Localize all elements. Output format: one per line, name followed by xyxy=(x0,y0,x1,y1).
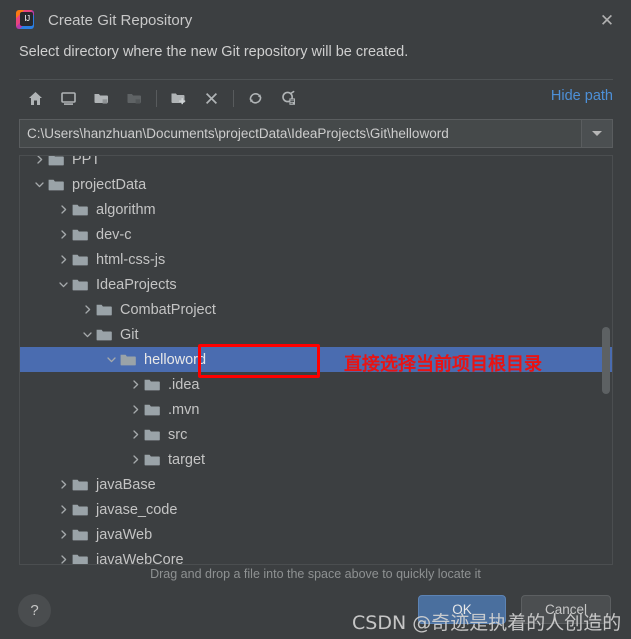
cancel-button[interactable]: Cancel xyxy=(521,595,611,624)
help-button[interactable]: ? xyxy=(18,594,51,627)
tree-row-label: algorithm xyxy=(96,201,156,218)
chevron-down-icon[interactable] xyxy=(102,354,120,365)
tree-row[interactable]: dev-c xyxy=(20,222,612,247)
tree-row-label: javaBase xyxy=(96,476,156,493)
collapse-folder-icon xyxy=(118,84,151,114)
tree-row[interactable]: html-css-js xyxy=(20,247,612,272)
folder-icon xyxy=(72,478,89,492)
tree-row-label: javase_code xyxy=(96,501,178,518)
tree-row[interactable]: algorithm xyxy=(20,197,612,222)
chevron-right-icon[interactable] xyxy=(54,254,72,265)
file-chooser-toolbar: Hide path xyxy=(19,79,613,117)
tree-row-label: dev-c xyxy=(96,226,132,243)
dialog-description: Select directory where the new Git repos… xyxy=(19,44,409,60)
window-title: Create Git Repository xyxy=(48,11,193,29)
path-dropdown-button[interactable] xyxy=(582,119,613,148)
tree-row[interactable]: target xyxy=(20,447,612,472)
folder-icon xyxy=(48,178,65,192)
refresh-icon[interactable] xyxy=(239,84,272,114)
chevron-right-icon[interactable] xyxy=(54,554,72,564)
expand-folder-icon[interactable] xyxy=(85,84,118,114)
chevron-right-icon[interactable] xyxy=(78,304,96,315)
folder-icon xyxy=(120,353,137,367)
chevron-right-icon[interactable] xyxy=(54,529,72,540)
toolbar-divider-1 xyxy=(156,90,157,107)
chevron-right-icon[interactable] xyxy=(126,379,144,390)
chevron-down-icon xyxy=(592,131,602,136)
directory-tree: PPT projectData algorithm dev-c html-css-js I… xyxy=(20,155,612,565)
chevron-right-icon[interactable] xyxy=(54,504,72,515)
tree-row[interactable]: projectData xyxy=(20,172,612,197)
tree-row[interactable]: helloword xyxy=(20,347,612,372)
tree-row-label: javaWebCore xyxy=(96,551,184,565)
tree-row[interactable]: PPT xyxy=(20,155,612,172)
tree-row[interactable]: .idea xyxy=(20,372,612,397)
show-hidden-files-icon[interactable] xyxy=(272,84,305,114)
folder-icon xyxy=(72,528,89,542)
tree-row[interactable]: Git xyxy=(20,322,612,347)
folder-icon xyxy=(144,403,161,417)
tree-row-label: .idea xyxy=(168,376,200,393)
tree-row-label: Git xyxy=(120,326,139,343)
path-input[interactable]: C:\Users\hanzhuan\Documents\projectData\… xyxy=(19,119,582,148)
tree-scrollbar[interactable] xyxy=(601,157,611,564)
folder-icon xyxy=(144,378,161,392)
folder-icon xyxy=(144,453,161,467)
folder-icon xyxy=(72,228,89,242)
tree-row-label: PPT xyxy=(72,155,101,168)
tree-row-label: helloword xyxy=(144,351,207,368)
chevron-right-icon[interactable] xyxy=(30,156,48,165)
tree-row[interactable]: javaBase xyxy=(20,472,612,497)
tree-row[interactable]: javase_code xyxy=(20,497,612,522)
toolbar-divider-2 xyxy=(233,90,234,107)
tree-row[interactable]: src xyxy=(20,422,612,447)
folder-icon xyxy=(144,428,161,442)
chevron-right-icon[interactable] xyxy=(126,404,144,415)
chevron-right-icon[interactable] xyxy=(54,204,72,215)
title-bar: IJ Create Git Repository xyxy=(0,0,631,40)
chevron-right-icon[interactable] xyxy=(126,454,144,465)
chevron-down-icon[interactable] xyxy=(54,279,72,290)
folder-icon xyxy=(96,328,113,342)
tree-row-label: html-css-js xyxy=(96,251,166,268)
home-icon[interactable] xyxy=(19,84,52,114)
new-folder-icon[interactable] xyxy=(162,84,195,114)
delete-icon[interactable] xyxy=(195,84,228,114)
chevron-right-icon[interactable] xyxy=(126,429,144,440)
folder-icon xyxy=(48,156,65,167)
chevron-down-icon[interactable] xyxy=(78,329,96,340)
create-git-repository-dialog: IJ Create Git Repository ✕ Select direct… xyxy=(0,0,631,639)
tree-row[interactable]: IdeaProjects xyxy=(20,272,612,297)
folder-icon xyxy=(72,553,89,564)
chevron-down-icon[interactable] xyxy=(30,179,48,190)
chevron-right-icon[interactable] xyxy=(54,229,72,240)
tree-row-label: .mvn xyxy=(168,401,200,418)
tree-row[interactable]: javaWebCore xyxy=(20,547,612,565)
tree-row-label: IdeaProjects xyxy=(96,276,177,293)
folder-icon xyxy=(72,203,89,217)
ok-button[interactable]: OK xyxy=(418,595,506,624)
tree-row-label: target xyxy=(168,451,206,468)
close-icon[interactable]: ✕ xyxy=(593,6,621,34)
tree-row[interactable]: .mvn xyxy=(20,397,612,422)
folder-icon xyxy=(72,503,89,517)
tree-row-label: projectData xyxy=(72,176,147,193)
tree-row[interactable]: CombatProject xyxy=(20,297,612,322)
tree-row-label: CombatProject xyxy=(120,301,216,318)
folder-icon xyxy=(96,303,113,317)
path-row: C:\Users\hanzhuan\Documents\projectData\… xyxy=(19,119,613,148)
folder-icon xyxy=(72,278,89,292)
tree-row[interactable]: javaWeb xyxy=(20,522,612,547)
chevron-right-icon[interactable] xyxy=(54,479,72,490)
tree-row-label: src xyxy=(168,426,188,443)
directory-tree-panel[interactable]: PPT projectData algorithm dev-c html-css-js I… xyxy=(19,155,613,565)
folder-icon xyxy=(72,253,89,267)
tree-row-label: javaWeb xyxy=(96,526,153,543)
intellij-idea-icon: IJ xyxy=(14,9,36,31)
hide-path-link[interactable]: Hide path xyxy=(551,88,613,104)
tree-scrollbar-thumb[interactable] xyxy=(602,327,610,394)
desktop-icon[interactable] xyxy=(52,84,85,114)
drag-drop-hint: Drag and drop a file into the space abov… xyxy=(150,567,481,581)
